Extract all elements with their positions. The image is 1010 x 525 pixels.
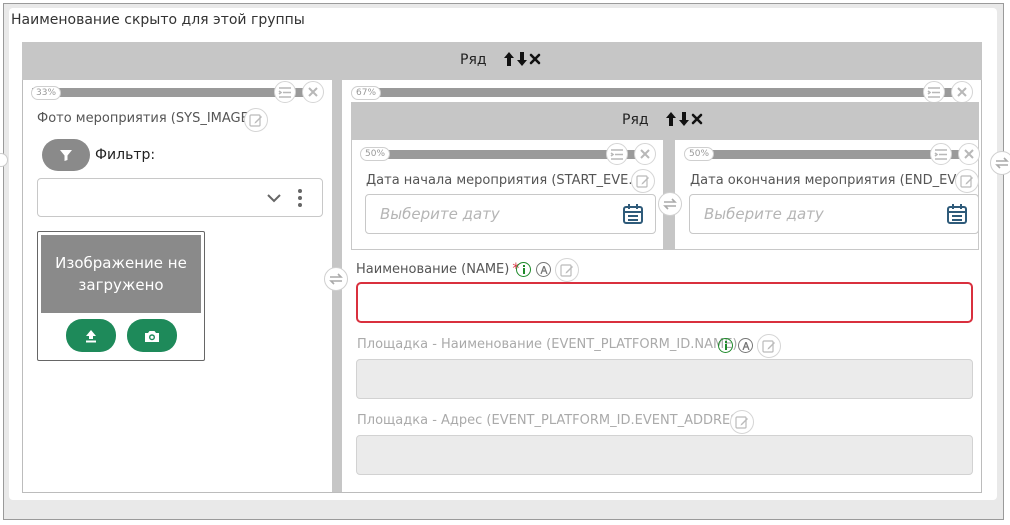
date-end-placeholder: Выберите дату bbox=[704, 205, 824, 223]
platform-address-edit-button[interactable] bbox=[730, 410, 754, 434]
camera-icon bbox=[145, 330, 159, 342]
calendar-icon[interactable] bbox=[622, 203, 644, 225]
filter-label: Фильтр: bbox=[95, 147, 156, 163]
upload-button[interactable] bbox=[66, 319, 116, 352]
right-edge-handle[interactable] bbox=[990, 151, 1010, 175]
date-start-edit-button[interactable] bbox=[631, 169, 655, 193]
filter-button[interactable] bbox=[42, 139, 90, 171]
date-end-close-button[interactable] bbox=[958, 143, 980, 165]
date-start-percent: 50% bbox=[360, 147, 391, 161]
outer-row-title: Ряд bbox=[460, 52, 487, 68]
edit-icon bbox=[560, 264, 573, 277]
delete-row-icon[interactable] bbox=[529, 50, 541, 68]
auto-icon bbox=[741, 341, 750, 350]
upload-icon bbox=[86, 329, 96, 342]
inner-row-title: Ряд bbox=[622, 112, 649, 128]
list-settings-icon bbox=[934, 148, 947, 160]
date-end-settings-button[interactable] bbox=[930, 143, 952, 165]
right-col-percent: 67% bbox=[351, 86, 382, 100]
outer-row-header bbox=[22, 42, 982, 80]
outer-row-controls bbox=[503, 50, 541, 68]
chevron-down-icon[interactable] bbox=[267, 193, 281, 203]
edit-icon bbox=[762, 340, 775, 353]
list-settings-icon bbox=[927, 86, 940, 98]
close-icon bbox=[308, 87, 318, 97]
left-col-percent: 33% bbox=[31, 86, 62, 100]
delete-row-icon[interactable] bbox=[691, 110, 703, 128]
list-settings-icon bbox=[278, 86, 291, 98]
swap-columns-handle[interactable] bbox=[324, 267, 348, 291]
name-label: Наименование (NAME) bbox=[356, 261, 510, 277]
platform-address-input bbox=[356, 435, 973, 475]
close-icon bbox=[640, 149, 650, 159]
name-edit-button[interactable] bbox=[555, 258, 579, 282]
left-col-close-button[interactable] bbox=[302, 81, 324, 103]
platform-name-label: Площадка - Наименование (EVENT_PLATFORM_… bbox=[357, 337, 738, 352]
group-title: Наименование скрыто для этой группы bbox=[11, 12, 305, 28]
platform-name-input bbox=[356, 359, 973, 399]
move-down-icon[interactable] bbox=[678, 110, 690, 128]
photo-field-label: Фото мероприятия (SYS_IMAGE) bbox=[37, 111, 254, 126]
platform-name-info-button[interactable] bbox=[718, 338, 733, 353]
info-icon bbox=[522, 265, 525, 274]
date-start-close-button[interactable] bbox=[634, 143, 656, 165]
filter-icon bbox=[60, 150, 72, 161]
name-label-wrap: Наименование (NAME) * bbox=[356, 261, 519, 277]
date-end-edit-button[interactable] bbox=[955, 169, 979, 193]
date-start-label: Дата начала мероприятия (START_EVE... bbox=[366, 173, 641, 188]
edit-icon bbox=[735, 416, 748, 429]
more-vert-icon[interactable] bbox=[297, 188, 303, 208]
auto-icon bbox=[539, 265, 548, 274]
name-input[interactable] bbox=[356, 282, 973, 323]
move-up-icon[interactable] bbox=[503, 50, 515, 68]
inner-row-controls bbox=[665, 110, 703, 128]
list-settings-icon bbox=[610, 148, 623, 160]
platform-address-label: Площадка - Адрес (EVENT_PLATFORM_ID.EVEN… bbox=[357, 413, 752, 428]
image-placeholder-text: Изображение не загружено bbox=[55, 254, 187, 294]
date-start-placeholder: Выберите дату bbox=[380, 205, 500, 223]
platform-name-auto-button[interactable] bbox=[738, 338, 753, 353]
edit-icon bbox=[960, 175, 973, 188]
close-icon bbox=[957, 87, 967, 97]
image-placeholder: Изображение не загружено bbox=[41, 235, 201, 313]
name-info-button[interactable] bbox=[516, 262, 531, 277]
swap-icon bbox=[663, 198, 677, 210]
right-col-close-button[interactable] bbox=[951, 81, 973, 103]
platform-name-edit-button[interactable] bbox=[757, 334, 781, 358]
swap-icon bbox=[995, 157, 1009, 169]
swap-icon bbox=[329, 273, 343, 285]
swap-inner-columns-handle[interactable] bbox=[658, 192, 682, 216]
right-col-settings-button[interactable] bbox=[923, 81, 945, 103]
close-icon bbox=[964, 149, 974, 159]
info-icon bbox=[724, 341, 727, 350]
date-end-percent: 50% bbox=[684, 147, 715, 161]
move-down-icon[interactable] bbox=[516, 50, 528, 68]
right-col-bar bbox=[353, 88, 965, 97]
edit-icon bbox=[249, 114, 262, 127]
name-auto-button[interactable] bbox=[536, 262, 551, 277]
calendar-icon[interactable] bbox=[946, 203, 968, 225]
date-start-settings-button[interactable] bbox=[606, 143, 628, 165]
left-col-settings-button[interactable] bbox=[274, 81, 296, 103]
photo-field-edit-button[interactable] bbox=[244, 108, 268, 132]
edit-icon bbox=[636, 175, 649, 188]
camera-button[interactable] bbox=[127, 319, 177, 352]
date-end-label: Дата окончания мероприятия (END_EV... bbox=[690, 173, 967, 188]
move-up-icon[interactable] bbox=[665, 110, 677, 128]
